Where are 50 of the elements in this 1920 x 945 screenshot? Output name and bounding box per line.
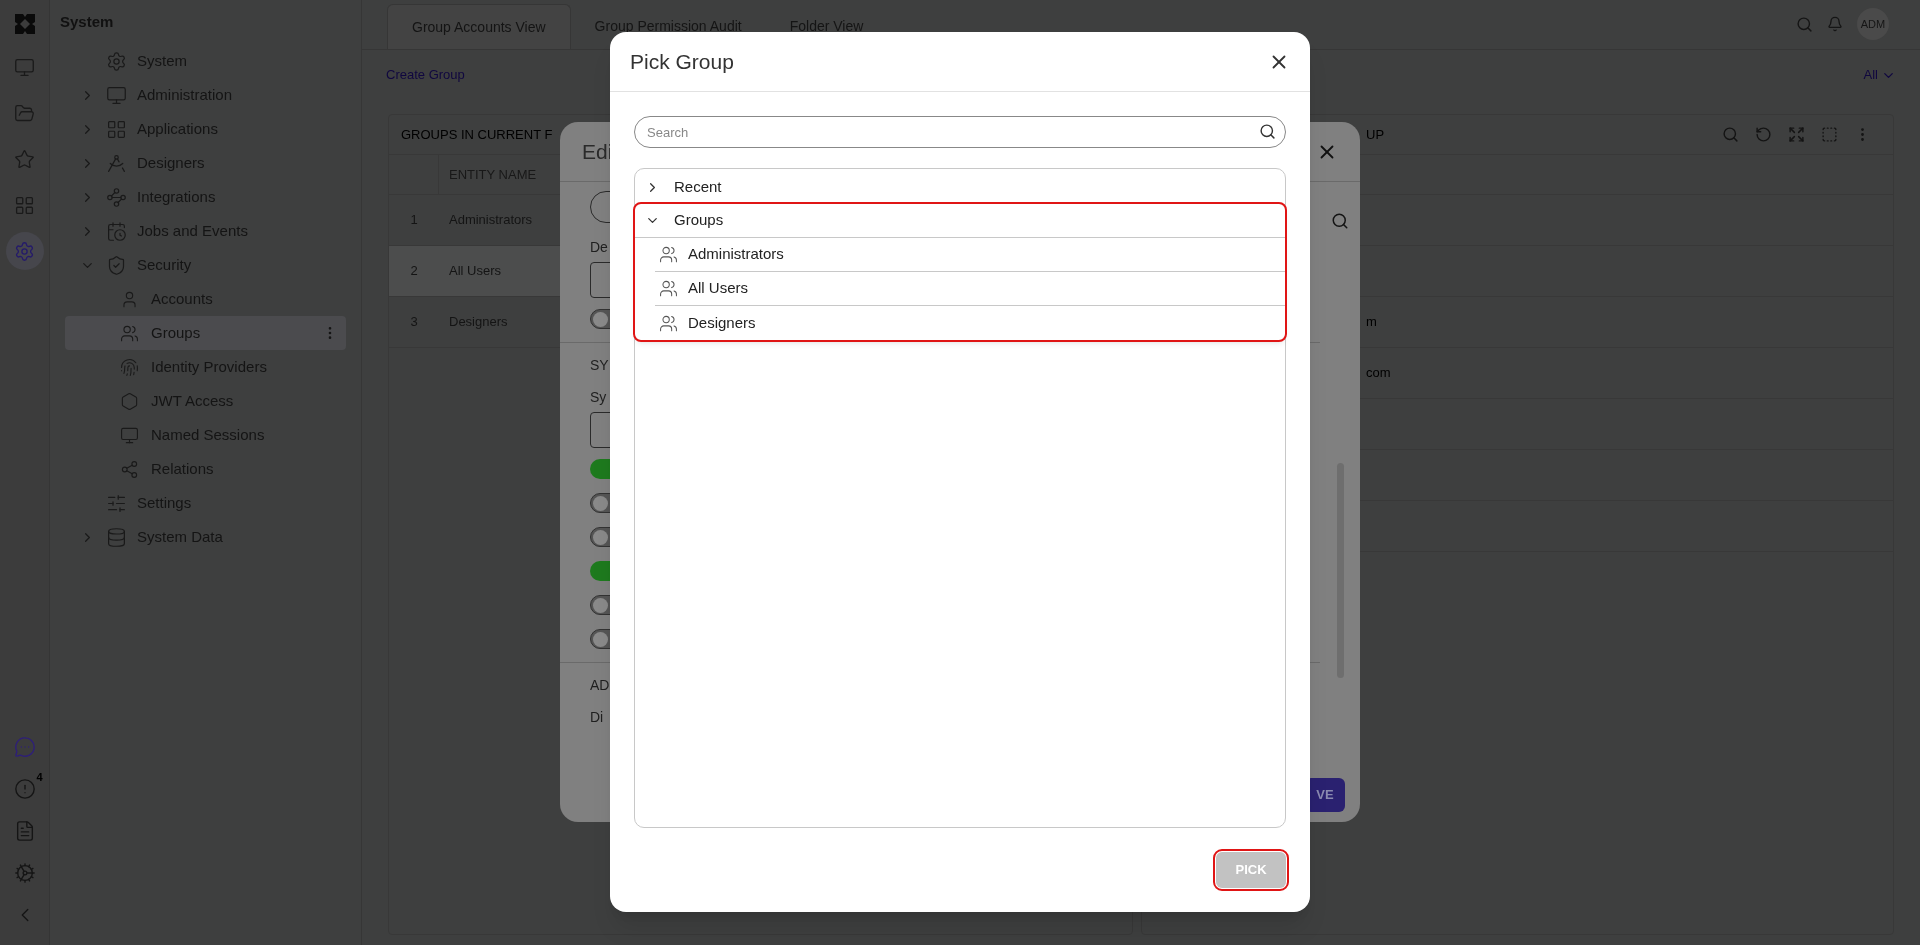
table-cell-text: All Users	[448, 262, 502, 281]
drafting-icon	[106, 152, 127, 174]
card-title: UP	[1366, 125, 1386, 144]
grid-icon	[106, 118, 127, 140]
sliders-icon	[106, 492, 127, 514]
row-number: 2	[409, 262, 419, 281]
shield-icon	[106, 254, 127, 276]
users-icon	[659, 279, 678, 298]
alert-icon[interactable]	[13, 778, 36, 800]
table-cell-text: m	[1366, 313, 1377, 332]
card-title: GROUPS IN CURRENT F	[401, 125, 553, 144]
group-item[interactable]: Designers	[688, 311, 756, 335]
search-field[interactable]: Search	[634, 116, 1286, 148]
fingerprint-icon	[120, 357, 139, 377]
bell-icon[interactable]	[1827, 16, 1843, 32]
dialog-title: Pick Group	[630, 48, 735, 75]
hexagon-icon	[120, 391, 139, 411]
field-label: Sy	[590, 388, 607, 407]
monitor-icon	[120, 425, 139, 445]
database-icon	[106, 526, 127, 548]
monitor-icon	[106, 84, 127, 106]
field-label: Di	[590, 708, 604, 727]
tree-item[interactable]: Groups	[65, 316, 346, 350]
field-label: De	[590, 238, 608, 257]
select-icon[interactable]	[1821, 126, 1838, 143]
tree-node[interactable]: Recent	[674, 175, 722, 199]
group-item[interactable]: All Users	[688, 277, 748, 300]
search-icon[interactable]	[1259, 123, 1276, 140]
table-cell-text: com	[1366, 364, 1391, 383]
section-heading: SY	[590, 355, 609, 375]
gear-icon	[106, 50, 127, 72]
gear-wrench-icon[interactable]	[13, 862, 36, 884]
filter-dropdown[interactable]: All	[1863, 65, 1896, 85]
create-group-link[interactable]: Create Group	[386, 65, 465, 85]
users-icon	[659, 313, 678, 333]
users-icon	[659, 245, 678, 264]
tree-node[interactable]: Groups	[674, 209, 724, 232]
users-icon	[120, 323, 139, 343]
user-icon	[120, 289, 139, 309]
logo-icon	[12, 12, 37, 36]
section-heading: AD	[590, 675, 610, 695]
nodes-icon	[120, 459, 139, 479]
clock-icon	[106, 220, 127, 242]
expand-icon[interactable]	[1788, 126, 1805, 143]
chat-icon[interactable]	[13, 736, 36, 758]
network-icon	[106, 186, 127, 208]
settings-icon[interactable]	[5, 232, 44, 270]
group-item[interactable]: Administrators	[688, 243, 784, 266]
badge-count: 4	[36, 770, 43, 785]
refresh-icon[interactable]	[1755, 126, 1772, 143]
